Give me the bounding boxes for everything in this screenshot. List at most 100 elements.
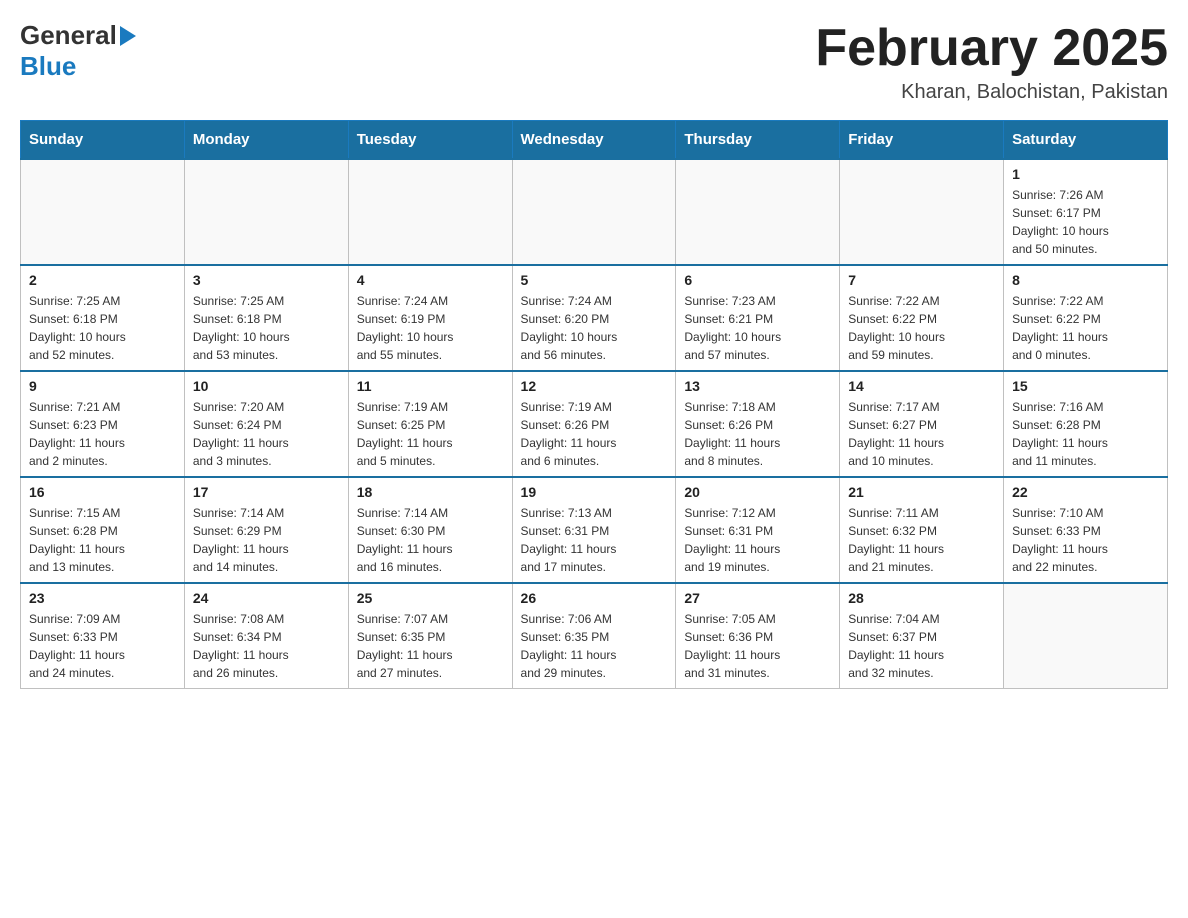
calendar-day-cell: 20 Sunrise: 7:12 AM Sunset: 6:31 PM Dayli… <box>676 477 840 583</box>
calendar-day-cell: 24Sunrise: 7:08 AM Sunset: 6:34 PM Dayli… <box>184 583 348 689</box>
day-info: Sunrise: 7:07 AM Sunset: 6:35 PM Dayligh… <box>357 610 504 682</box>
calendar-day-cell: 4Sunrise: 7:24 AM Sunset: 6:19 PM Daylig… <box>348 265 512 371</box>
calendar-week-row: 16 Sunrise: 7:15 AM Sunset: 6:28 PM Dayli… <box>21 477 1168 583</box>
calendar-day-cell: 17 Sunrise: 7:14 AM Sunset: 6:29 PM Dayli… <box>184 477 348 583</box>
day-info: Sunrise: 7:14 AM Sunset: 6:29 PM Dayligh… <box>193 504 340 576</box>
day-number: 7 <box>848 272 995 288</box>
day-info: Sunrise: 7:22 AM Sunset: 6:22 PM Dayligh… <box>1012 292 1159 364</box>
day-number: 22 <box>1012 484 1159 500</box>
calendar-day-cell: 22 Sunrise: 7:10 AM Sunset: 6:33 PM Dayli… <box>1004 477 1168 583</box>
calendar-day-cell: 28 Sunrise: 7:04 AM Sunset: 6:37 PM Dayli… <box>840 583 1004 689</box>
day-number: 11 <box>357 378 504 394</box>
calendar-week-row: 2Sunrise: 7:25 AM Sunset: 6:18 PM Daylig… <box>21 265 1168 371</box>
day-info: Sunrise: 7:17 AM Sunset: 6:27 PM Dayligh… <box>848 398 995 470</box>
logo-blue-text: Blue <box>20 51 136 82</box>
day-info: Sunrise: 7:26 AM Sunset: 6:17 PM Dayligh… <box>1012 186 1159 258</box>
day-info: Sunrise: 7:13 AM Sunset: 6:31 PM Dayligh… <box>521 504 668 576</box>
calendar-day-cell <box>348 159 512 265</box>
day-info: Sunrise: 7:11 AM Sunset: 6:32 PM Dayligh… <box>848 504 995 576</box>
calendar-day-cell: 23 Sunrise: 7:09 AM Sunset: 6:33 PM Dayli… <box>21 583 185 689</box>
day-number: 16 <box>29 484 176 500</box>
day-info: Sunrise: 7:16 AM Sunset: 6:28 PM Dayligh… <box>1012 398 1159 470</box>
day-number: 14 <box>848 378 995 394</box>
calendar-day-header: Sunday <box>21 121 185 160</box>
calendar-day-cell: 18Sunrise: 7:14 AM Sunset: 6:30 PM Dayli… <box>348 477 512 583</box>
day-info: Sunrise: 7:19 AM Sunset: 6:26 PM Dayligh… <box>521 398 668 470</box>
calendar-table: SundayMondayTuesdayWednesdayThursdayFrid… <box>20 120 1168 689</box>
calendar-day-cell: 12 Sunrise: 7:19 AM Sunset: 6:26 PM Dayli… <box>512 371 676 477</box>
day-info: Sunrise: 7:05 AM Sunset: 6:36 PM Dayligh… <box>684 610 831 682</box>
day-info: Sunrise: 7:10 AM Sunset: 6:33 PM Dayligh… <box>1012 504 1159 576</box>
day-number: 15 <box>1012 378 1159 394</box>
day-number: 26 <box>521 590 668 606</box>
calendar-week-row: 1 Sunrise: 7:26 AM Sunset: 6:17 PM Daylig… <box>21 159 1168 265</box>
calendar-day-cell: 2Sunrise: 7:25 AM Sunset: 6:18 PM Daylig… <box>21 265 185 371</box>
day-info: Sunrise: 7:06 AM Sunset: 6:35 PM Dayligh… <box>521 610 668 682</box>
calendar-day-cell: 9Sunrise: 7:21 AM Sunset: 6:23 PM Daylig… <box>21 371 185 477</box>
calendar-day-cell <box>840 159 1004 265</box>
day-number: 28 <box>848 590 995 606</box>
page-header: General Blue February 2025 Kharan, Baloc… <box>20 20 1168 104</box>
day-info: Sunrise: 7:09 AM Sunset: 6:33 PM Dayligh… <box>29 610 176 682</box>
calendar-day-cell: 3 Sunrise: 7:25 AM Sunset: 6:18 PM Daylig… <box>184 265 348 371</box>
calendar-day-cell: 6Sunrise: 7:23 AM Sunset: 6:21 PM Daylig… <box>676 265 840 371</box>
day-number: 20 <box>684 484 831 500</box>
day-number: 5 <box>521 272 668 288</box>
day-number: 3 <box>193 272 340 288</box>
calendar-day-cell: 15 Sunrise: 7:16 AM Sunset: 6:28 PM Dayli… <box>1004 371 1168 477</box>
calendar-day-cell: 16 Sunrise: 7:15 AM Sunset: 6:28 PM Dayli… <box>21 477 185 583</box>
calendar-day-cell: 27 Sunrise: 7:05 AM Sunset: 6:36 PM Dayli… <box>676 583 840 689</box>
calendar-day-cell: 7 Sunrise: 7:22 AM Sunset: 6:22 PM Daylig… <box>840 265 1004 371</box>
day-number: 8 <box>1012 272 1159 288</box>
location-text: Kharan, Balochistan, Pakistan <box>815 81 1168 104</box>
calendar-day-cell <box>21 159 185 265</box>
day-number: 4 <box>357 272 504 288</box>
day-number: 18 <box>357 484 504 500</box>
title-section: February 2025 Kharan, Balochistan, Pakis… <box>815 20 1168 104</box>
day-number: 21 <box>848 484 995 500</box>
calendar-day-header: Saturday <box>1004 121 1168 160</box>
day-info: Sunrise: 7:20 AM Sunset: 6:24 PM Dayligh… <box>193 398 340 470</box>
day-info: Sunrise: 7:18 AM Sunset: 6:26 PM Dayligh… <box>684 398 831 470</box>
calendar-day-cell: 19 Sunrise: 7:13 AM Sunset: 6:31 PM Dayli… <box>512 477 676 583</box>
day-number: 10 <box>193 378 340 394</box>
day-info: Sunrise: 7:22 AM Sunset: 6:22 PM Dayligh… <box>848 292 995 364</box>
day-info: Sunrise: 7:25 AM Sunset: 6:18 PM Dayligh… <box>193 292 340 364</box>
day-number: 19 <box>521 484 668 500</box>
month-title: February 2025 <box>815 20 1168 77</box>
day-number: 17 <box>193 484 340 500</box>
day-info: Sunrise: 7:04 AM Sunset: 6:37 PM Dayligh… <box>848 610 995 682</box>
calendar-day-cell <box>184 159 348 265</box>
calendar-day-header: Monday <box>184 121 348 160</box>
day-number: 23 <box>29 590 176 606</box>
logo: General Blue <box>20 20 136 82</box>
day-info: Sunrise: 7:25 AM Sunset: 6:18 PM Dayligh… <box>29 292 176 364</box>
day-info: Sunrise: 7:23 AM Sunset: 6:21 PM Dayligh… <box>684 292 831 364</box>
day-number: 1 <box>1012 166 1159 182</box>
calendar-day-header: Thursday <box>676 121 840 160</box>
calendar-header-row: SundayMondayTuesdayWednesdayThursdayFrid… <box>21 121 1168 160</box>
day-info: Sunrise: 7:24 AM Sunset: 6:20 PM Dayligh… <box>521 292 668 364</box>
logo-chevron-icon <box>120 26 136 46</box>
day-number: 25 <box>357 590 504 606</box>
calendar-day-header: Friday <box>840 121 1004 160</box>
calendar-day-cell: 26 Sunrise: 7:06 AM Sunset: 6:35 PM Dayli… <box>512 583 676 689</box>
day-info: Sunrise: 7:21 AM Sunset: 6:23 PM Dayligh… <box>29 398 176 470</box>
calendar-day-cell <box>512 159 676 265</box>
calendar-day-cell <box>676 159 840 265</box>
day-number: 27 <box>684 590 831 606</box>
calendar-day-cell: 1 Sunrise: 7:26 AM Sunset: 6:17 PM Daylig… <box>1004 159 1168 265</box>
calendar-day-cell: 10 Sunrise: 7:20 AM Sunset: 6:24 PM Dayli… <box>184 371 348 477</box>
calendar-day-header: Tuesday <box>348 121 512 160</box>
day-number: 12 <box>521 378 668 394</box>
calendar-week-row: 9Sunrise: 7:21 AM Sunset: 6:23 PM Daylig… <box>21 371 1168 477</box>
day-info: Sunrise: 7:15 AM Sunset: 6:28 PM Dayligh… <box>29 504 176 576</box>
calendar-day-cell: 25 Sunrise: 7:07 AM Sunset: 6:35 PM Dayli… <box>348 583 512 689</box>
calendar-day-header: Wednesday <box>512 121 676 160</box>
day-info: Sunrise: 7:19 AM Sunset: 6:25 PM Dayligh… <box>357 398 504 470</box>
calendar-day-cell: 13Sunrise: 7:18 AM Sunset: 6:26 PM Dayli… <box>676 371 840 477</box>
day-number: 24 <box>193 590 340 606</box>
day-info: Sunrise: 7:12 AM Sunset: 6:31 PM Dayligh… <box>684 504 831 576</box>
calendar-day-cell: 14 Sunrise: 7:17 AM Sunset: 6:27 PM Dayli… <box>840 371 1004 477</box>
calendar-week-row: 23 Sunrise: 7:09 AM Sunset: 6:33 PM Dayli… <box>21 583 1168 689</box>
